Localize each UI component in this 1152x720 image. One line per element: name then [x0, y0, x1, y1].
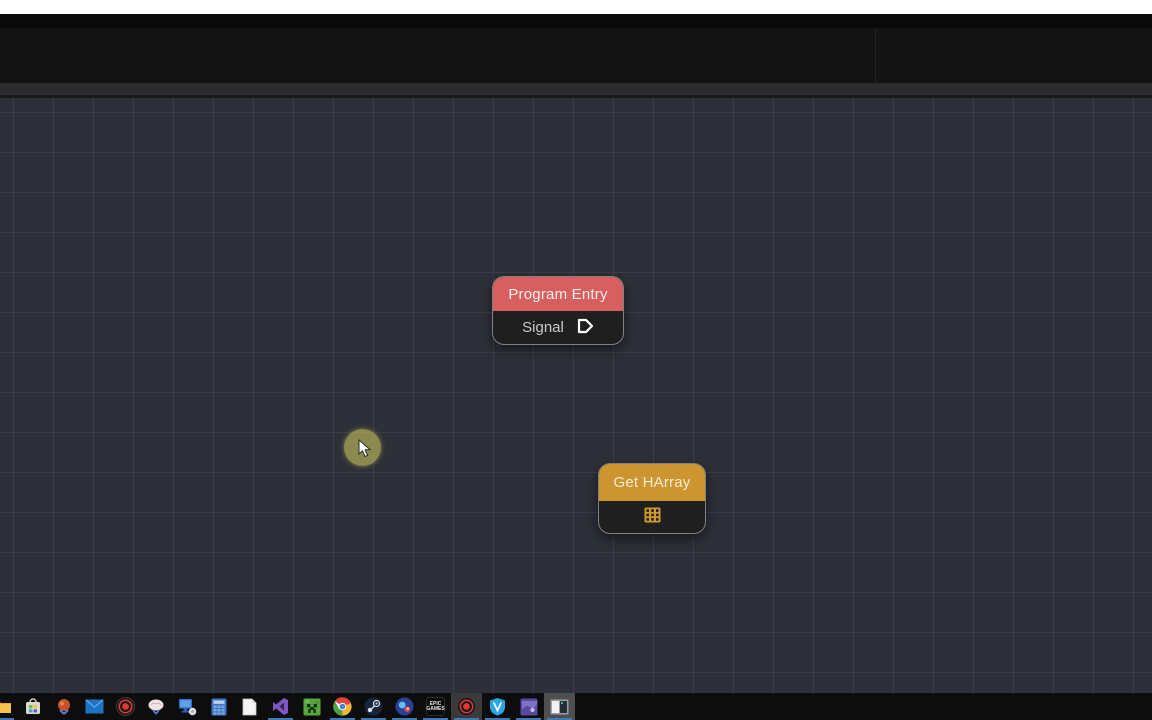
canvas-top-strip [0, 83, 1152, 98]
taskbar-item-game-orb[interactable] [389, 693, 420, 720]
game-orb-icon [395, 697, 414, 716]
mail-icon [85, 699, 104, 714]
notepad-icon [242, 698, 257, 716]
taskbar-item-store[interactable] [17, 693, 48, 720]
editor-toolbar [0, 28, 1152, 84]
taskbar-item-wallpaper-app[interactable] [513, 693, 544, 720]
exec-arrow-icon[interactable] [576, 317, 594, 339]
visual-studio-icon [271, 697, 290, 716]
taskbar-item-steam[interactable] [358, 693, 389, 720]
node-title: Program Entry [493, 277, 623, 311]
window-titlebar [0, 14, 1152, 28]
file-explorer-icon [0, 699, 12, 715]
record-button-icon [457, 697, 476, 716]
toolbar-divider [875, 28, 876, 83]
wallpaper-app-icon [520, 698, 538, 716]
snip-brain-icon [147, 698, 166, 715]
taskbar-item-recorder-active[interactable] [451, 693, 482, 720]
array-grid-icon [644, 507, 661, 528]
letterbox-top [0, 0, 1152, 14]
this-pc-icon [178, 698, 197, 716]
paint3d-ball-icon [55, 698, 73, 716]
steam-icon [364, 697, 383, 716]
taskbar-item-vpn[interactable] [482, 693, 513, 720]
taskbar-item-snip[interactable] [141, 693, 172, 720]
taskbar-item-calculator[interactable] [203, 693, 234, 720]
calculator-icon [211, 698, 227, 716]
taskbar-item-paint3d[interactable] [48, 693, 79, 720]
record-button-icon [116, 697, 135, 716]
taskbar-item-file-explorer[interactable] [0, 693, 17, 720]
microsoft-store-icon [24, 697, 42, 716]
epic-games-label: EPIC GAMES [426, 700, 445, 712]
node-graph-canvas[interactable]: Program Entry Signal Get HArray [0, 98, 1152, 693]
taskbar-item-visual-studio[interactable] [265, 693, 296, 720]
taskbar-item-this-pc[interactable] [172, 693, 203, 720]
taskbar-item-notepad[interactable] [234, 693, 265, 720]
node-title: Get HArray [599, 464, 705, 501]
taskbar-item-active-window[interactable] [544, 693, 575, 720]
app-window-icon [550, 699, 569, 715]
taskbar: EPIC GAMES [0, 693, 1152, 720]
minecraft-icon [303, 698, 321, 716]
taskbar-item-epic-games[interactable]: EPIC GAMES [420, 693, 451, 720]
chrome-icon [333, 697, 352, 716]
vpn-shield-icon [489, 697, 506, 716]
taskbar-item-mail[interactable] [79, 693, 110, 720]
pin-label: Signal [522, 319, 564, 336]
screen: Program Entry Signal Get HArray EPIC GAM… [0, 0, 1152, 720]
taskbar-item-recorder[interactable] [110, 693, 141, 720]
node-program-entry[interactable]: Program Entry Signal [492, 276, 624, 345]
epic-games-icon: EPIC GAMES [426, 697, 445, 716]
node-get-harray[interactable]: Get HArray [598, 463, 706, 534]
taskbar-item-minecraft[interactable] [296, 693, 327, 720]
taskbar-item-chrome[interactable] [327, 693, 358, 720]
mouse-pointer-icon [358, 438, 372, 463]
